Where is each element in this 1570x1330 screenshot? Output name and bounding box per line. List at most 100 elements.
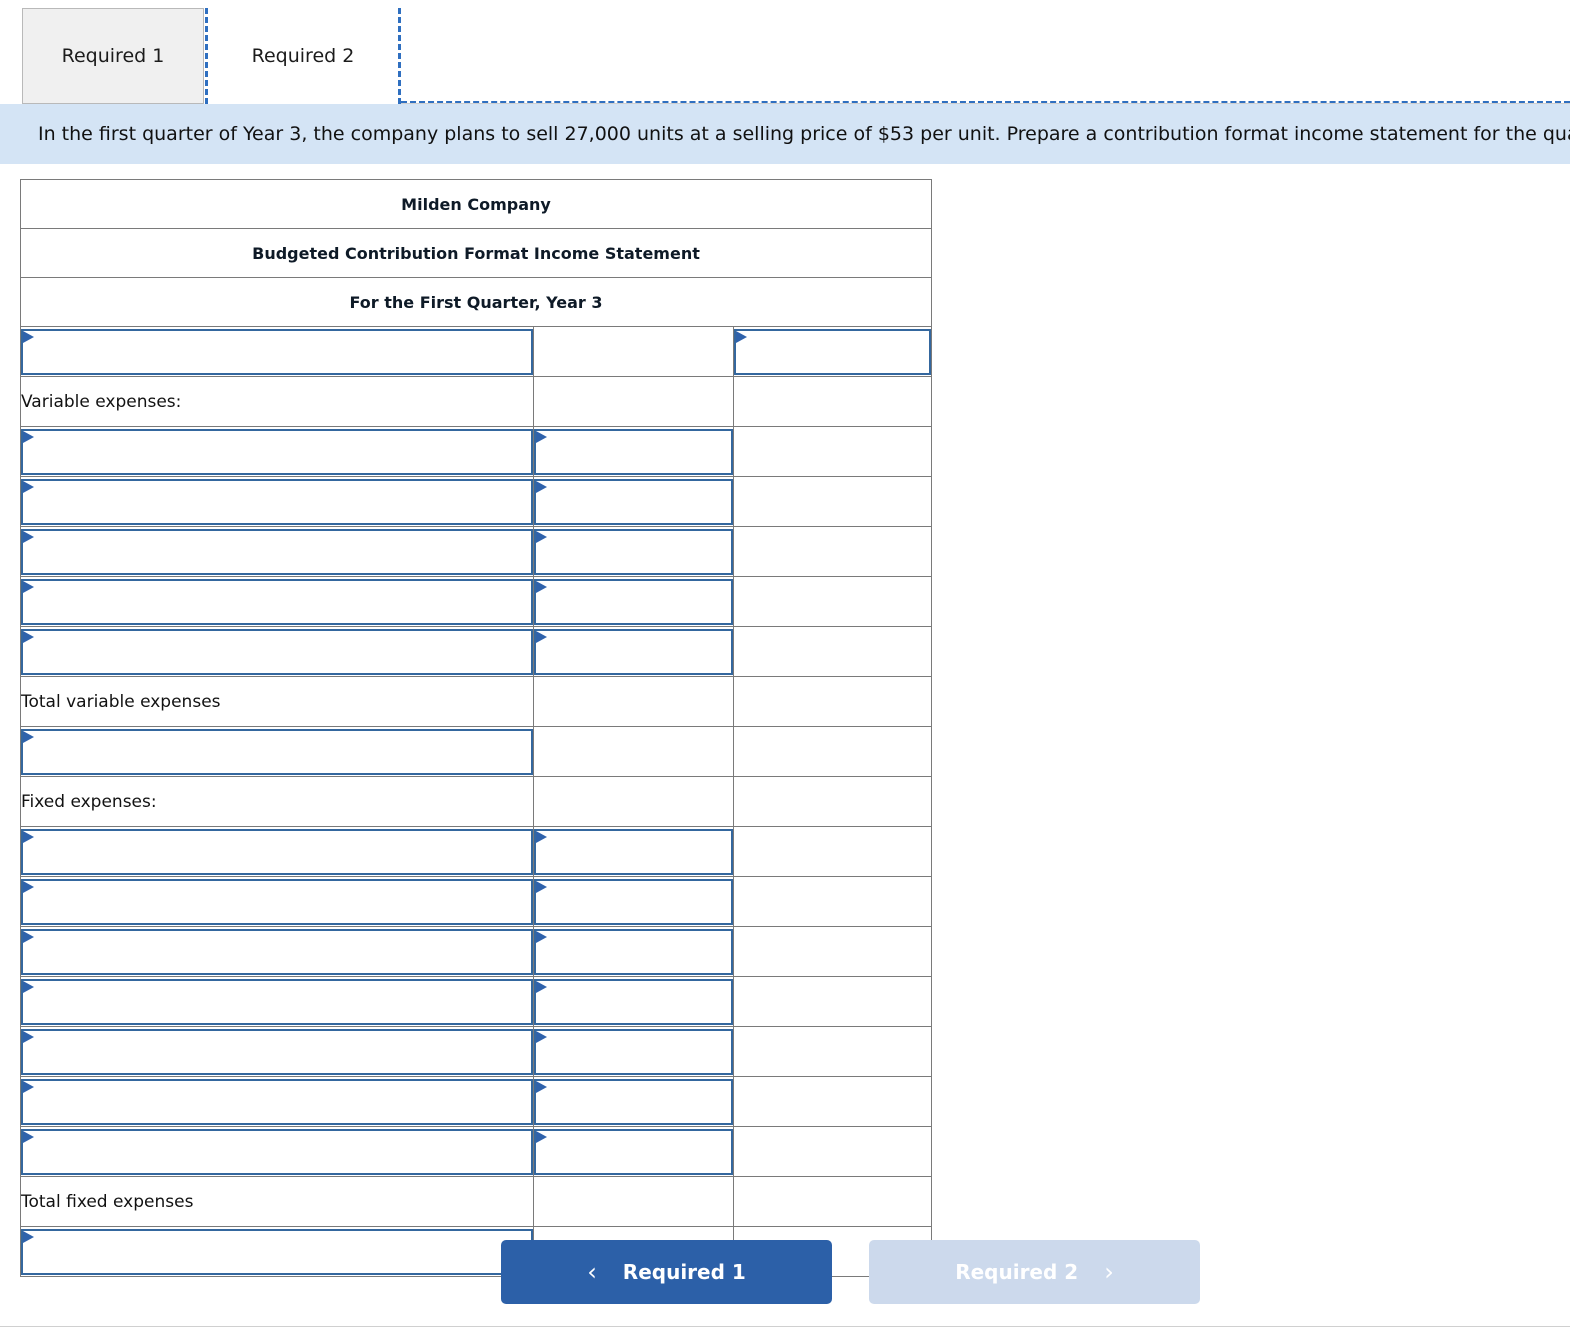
dropdown-input-cell[interactable] [532,1076,734,1127]
dropdown-marker-icon[interactable] [21,328,533,375]
dropdown-input-cell[interactable] [20,1026,534,1077]
dropdown-input-cell[interactable] [532,476,734,527]
empty-cell [532,326,734,377]
table-row [20,926,933,977]
dropdown-input-cell[interactable] [532,626,734,677]
table-row [20,1126,933,1177]
tab-required-2-label: Required 2 [251,45,355,67]
dropdown-input-cell[interactable] [532,976,734,1027]
tab-required-1-label: Required 1 [61,45,165,67]
empty-cell [732,926,933,977]
dropdown-input-cell[interactable] [20,926,534,977]
dropdown-marker-icon[interactable] [21,828,533,875]
dropdown-input-cell[interactable] [20,1076,534,1127]
previous-required-label: Required 1 [622,1260,746,1284]
dropdown-marker-icon[interactable] [21,1128,533,1175]
dropdown-marker-icon[interactable] [21,628,533,675]
dropdown-marker-icon[interactable] [533,1078,733,1125]
tab-bar: Required 1 Required 2 [0,0,1570,104]
dropdown-marker-icon[interactable] [21,1078,533,1125]
dropdown-marker-icon[interactable] [533,478,733,525]
dropdown-input-cell[interactable] [20,326,534,377]
table-row: Total fixed expenses [20,1176,933,1227]
page-bottom-divider [0,1326,1570,1327]
chevron-left-icon: ‹ [587,1258,597,1286]
table-row [20,1076,933,1127]
dropdown-marker-icon[interactable] [21,978,533,1025]
dropdown-input-cell[interactable] [20,426,534,477]
dropdown-input-cell[interactable] [532,526,734,577]
dropdown-input-cell[interactable] [532,826,734,877]
table-row [20,326,933,377]
dropdown-input-cell[interactable] [532,576,734,627]
row-label-cell: Total fixed expenses [20,1176,534,1227]
subtotal-rule-cell [732,726,933,777]
dropdown-input-cell[interactable] [532,876,734,927]
previous-required-button[interactable]: ‹ Required 1 [501,1240,832,1304]
dropdown-input-cell[interactable] [532,1026,734,1077]
dropdown-marker-icon[interactable] [733,328,931,375]
chevron-right-icon: › [1104,1258,1114,1286]
next-required-button[interactable]: Required 2 › [869,1240,1200,1304]
dropdown-marker-icon[interactable] [533,628,733,675]
empty-cell [532,376,734,427]
empty-cell [732,776,933,827]
dropdown-marker-icon[interactable] [533,828,733,875]
income-statement-table: Milden Company Budgeted Contribution Form… [20,179,933,1277]
dropdown-marker-icon[interactable] [533,528,733,575]
dropdown-marker-icon[interactable] [533,578,733,625]
tab-required-1[interactable]: Required 1 [22,8,204,104]
dropdown-marker-icon[interactable] [21,578,533,625]
dropdown-marker-icon[interactable] [533,978,733,1025]
table-header-row: For the First Quarter, Year 3 [20,277,932,327]
table-row [20,876,933,927]
dropdown-input-cell[interactable] [532,426,734,477]
dropdown-input-cell[interactable] [20,876,534,927]
dropdown-marker-icon[interactable] [21,728,533,775]
empty-cell [732,1126,933,1177]
dropdown-input-cell[interactable] [20,826,534,877]
table-title-cell: For the First Quarter, Year 3 [20,277,932,327]
table-header-row: Budgeted Contribution Format Income Stat… [20,228,932,278]
dropdown-input-cell[interactable] [532,1126,734,1177]
income-statement-body: Milden Company Budgeted Contribution Form… [20,179,933,1277]
dropdown-marker-icon[interactable] [21,1028,533,1075]
dropdown-marker-icon[interactable] [533,1128,733,1175]
dropdown-input-cell[interactable] [20,976,534,1027]
row-label-cell: Fixed expenses: [20,776,534,827]
instruction-banner: In the first quarter of Year 3, the comp… [0,104,1570,164]
empty-cell [732,976,933,1027]
subtotal-rule-cell [532,676,734,727]
empty-cell [732,576,933,627]
empty-cell [532,726,734,777]
dropdown-marker-icon[interactable] [21,478,533,525]
next-required-label: Required 2 [955,1260,1079,1284]
table-row [20,426,933,477]
dropdown-input-cell[interactable] [20,576,534,627]
dropdown-marker-icon[interactable] [533,928,733,975]
dropdown-input-cell[interactable] [732,326,933,377]
dropdown-marker-icon[interactable] [21,428,533,475]
dropdown-input-cell[interactable] [20,1126,534,1177]
dropdown-marker-icon[interactable] [21,528,533,575]
dropdown-marker-icon[interactable] [533,1028,733,1075]
dropdown-input-cell[interactable] [20,526,534,577]
dropdown-input-cell[interactable] [20,476,534,527]
instruction-text: In the first quarter of Year 3, the comp… [38,122,1570,145]
dropdown-marker-icon[interactable] [533,878,733,925]
dropdown-input-cell[interactable] [532,926,734,977]
table-row [20,726,933,777]
nav-footer: ‹ Required 1 Required 2 › [0,1240,1570,1306]
tab-required-2[interactable]: Required 2 [205,8,401,104]
table-row [20,1026,933,1077]
empty-cell [732,476,933,527]
dropdown-input-cell[interactable] [20,726,534,777]
table-row [20,826,933,877]
table-row: Variable expenses: [20,376,933,427]
dropdown-input-cell[interactable] [20,626,534,677]
table-row [20,976,933,1027]
dropdown-marker-icon[interactable] [533,428,733,475]
dropdown-marker-icon[interactable] [21,878,533,925]
dropdown-marker-icon[interactable] [21,928,533,975]
empty-cell [732,1076,933,1127]
